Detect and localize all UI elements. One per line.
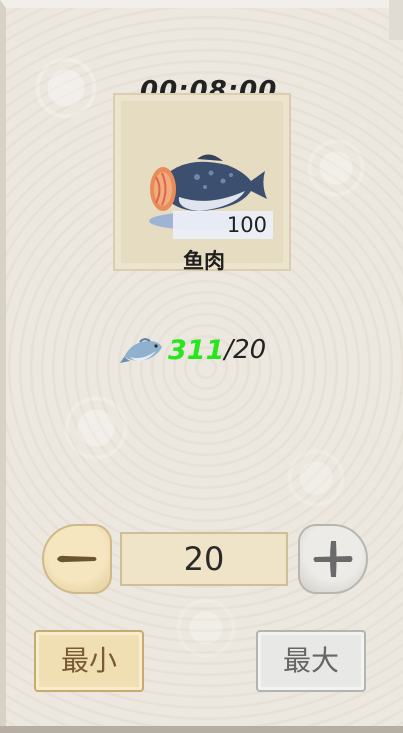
decrease-button[interactable]	[42, 524, 112, 594]
material-required: 20	[233, 335, 267, 365]
item-quantity: 100	[173, 211, 273, 239]
material-owned: 311	[168, 334, 225, 366]
panel-edge	[389, 0, 403, 40]
material-separator: /	[224, 335, 234, 365]
min-button[interactable]: 最小	[34, 630, 144, 692]
fish-icon	[120, 338, 162, 363]
quantity-input[interactable]: 20	[120, 532, 288, 586]
bottom-border	[0, 726, 403, 733]
material-cost: 311 / 20	[120, 330, 266, 370]
minus-icon	[57, 555, 97, 563]
plus-icon	[313, 541, 353, 577]
max-button[interactable]: 最大	[256, 630, 366, 692]
increase-button[interactable]	[298, 524, 368, 594]
item-name: 鱼肉	[183, 248, 225, 273]
item-card[interactable]: 100 鱼肉	[113, 93, 291, 273]
